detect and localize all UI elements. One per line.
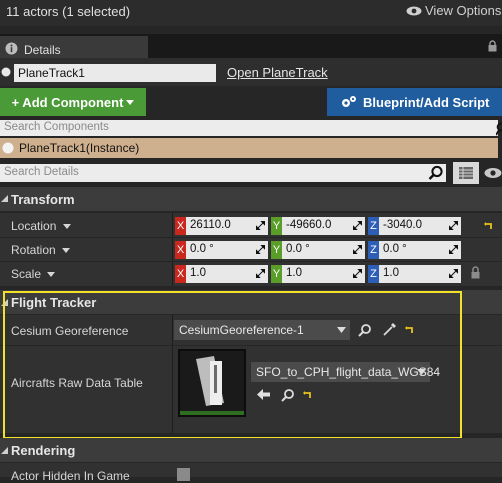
chevron-down-icon [62,248,70,253]
spin-arrows-icon [353,245,362,254]
axis-y-label: Y [271,241,282,259]
chevron-down-icon [126,100,134,105]
chevron-down-icon [63,224,71,229]
location-z-value: -3040.0 [383,219,422,231]
spin-arrows-icon [256,245,265,254]
rotation-z-field[interactable]: 0.0 ° [379,241,461,259]
rotation-x-field[interactable]: 0.0 ° [186,241,268,259]
eye-icon [406,5,422,17]
component-icon [2,142,14,154]
blueprint-label: Blueprint/Add Script [363,95,489,110]
search-details-icon[interactable] [428,165,444,181]
location-y-field[interactable]: -49660.0 [282,217,365,235]
spin-arrows-icon [353,221,362,230]
view-options-button[interactable]: View Options [406,3,501,18]
transform-title: Transform [11,192,75,207]
spin-arrows-icon [256,221,265,230]
rotation-y-field[interactable]: 0.0 ° [282,241,365,259]
actor-hidden-checkbox[interactable] [177,468,190,481]
tab-details[interactable]: Details [0,36,148,58]
axis-z-label: Z [368,241,379,259]
rotation-y-value: 0.0 ° [286,243,310,255]
open-planetrack-link[interactable]: Open PlaneTrack [227,65,328,80]
axis-x-label: X [175,217,186,235]
grid-icon [459,167,473,179]
spin-arrows-icon [449,221,458,230]
collapse-arrow-icon [1,195,8,202]
scale-x-field[interactable]: 1.0 [186,265,268,283]
transform-section-header[interactable]: Transform [0,187,502,211]
rendering-section-header[interactable]: Rendering [0,438,502,462]
rotation-x-value: 0.0 ° [190,243,214,255]
scale-z-field[interactable]: 1.0 [379,265,461,283]
component-instance-label: PlaneTrack1(Instance) [19,141,139,155]
actor-hidden-label: Actor Hidden In Game [11,469,130,483]
scale-label: Scale [11,267,41,281]
highlight-box [3,291,462,439]
spin-arrows-icon [449,245,458,254]
location-y-value: -49660.0 [286,219,331,231]
scale-lock-icon[interactable] [471,266,480,279]
info-icon [5,42,18,55]
axis-x-label: X [175,241,186,259]
add-component-button[interactable]: + Add Component [0,88,146,116]
visibility-eye-icon[interactable] [484,167,502,179]
scale-x-value: 1.0 [190,267,206,279]
scale-y-field[interactable]: 1.0 [282,265,365,283]
location-label: Location [11,219,56,233]
axis-z-label: Z [368,217,379,235]
collapse-arrow-icon [1,447,8,454]
axis-y-label: Y [271,217,282,235]
spin-arrows-icon [353,269,362,278]
spin-arrows-icon [449,269,458,278]
add-component-label: + Add Component [12,95,124,110]
location-x-field[interactable]: 26110.0 [186,217,268,235]
column-divider[interactable] [172,213,173,286]
rotation-label: Rotation [11,243,56,257]
chevron-down-icon [47,272,55,277]
tab-label: Details [24,43,61,57]
scale-y-value: 1.0 [286,267,302,279]
property-matrix-button[interactable] [453,162,479,184]
actor-icon [1,67,11,77]
spin-arrows-icon [256,269,265,278]
scale-label-dropdown[interactable]: Scale [11,267,55,281]
lock-icon[interactable] [488,40,497,52]
search-details-input[interactable]: Search Details [0,164,446,182]
axis-y-label: Y [271,265,282,283]
gears-icon [341,95,357,109]
rendering-title: Rendering [11,443,75,458]
location-label-dropdown[interactable]: Location [11,219,71,233]
view-options-label: View Options [425,3,501,18]
rotation-z-value: 0.0 ° [383,243,407,255]
actor-name-input[interactable] [14,64,216,82]
location-z-field[interactable]: -3040.0 [379,217,461,235]
location-x-value: 26110.0 [190,219,231,231]
scale-z-value: 1.0 [383,267,399,279]
rotation-label-dropdown[interactable]: Rotation [11,243,70,257]
search-icon[interactable] [496,122,502,136]
search-components-input[interactable]: Search Components [0,120,498,136]
reset-to-default-icon[interactable] [484,221,494,231]
blueprint-add-script-button[interactable]: Blueprint/Add Script [327,88,502,116]
axis-x-label: X [175,265,186,283]
component-instance-row[interactable]: PlaneTrack1(Instance) [0,138,498,158]
actors-count: 11 actors (1 selected) [6,4,130,19]
axis-z-label: Z [368,265,379,283]
